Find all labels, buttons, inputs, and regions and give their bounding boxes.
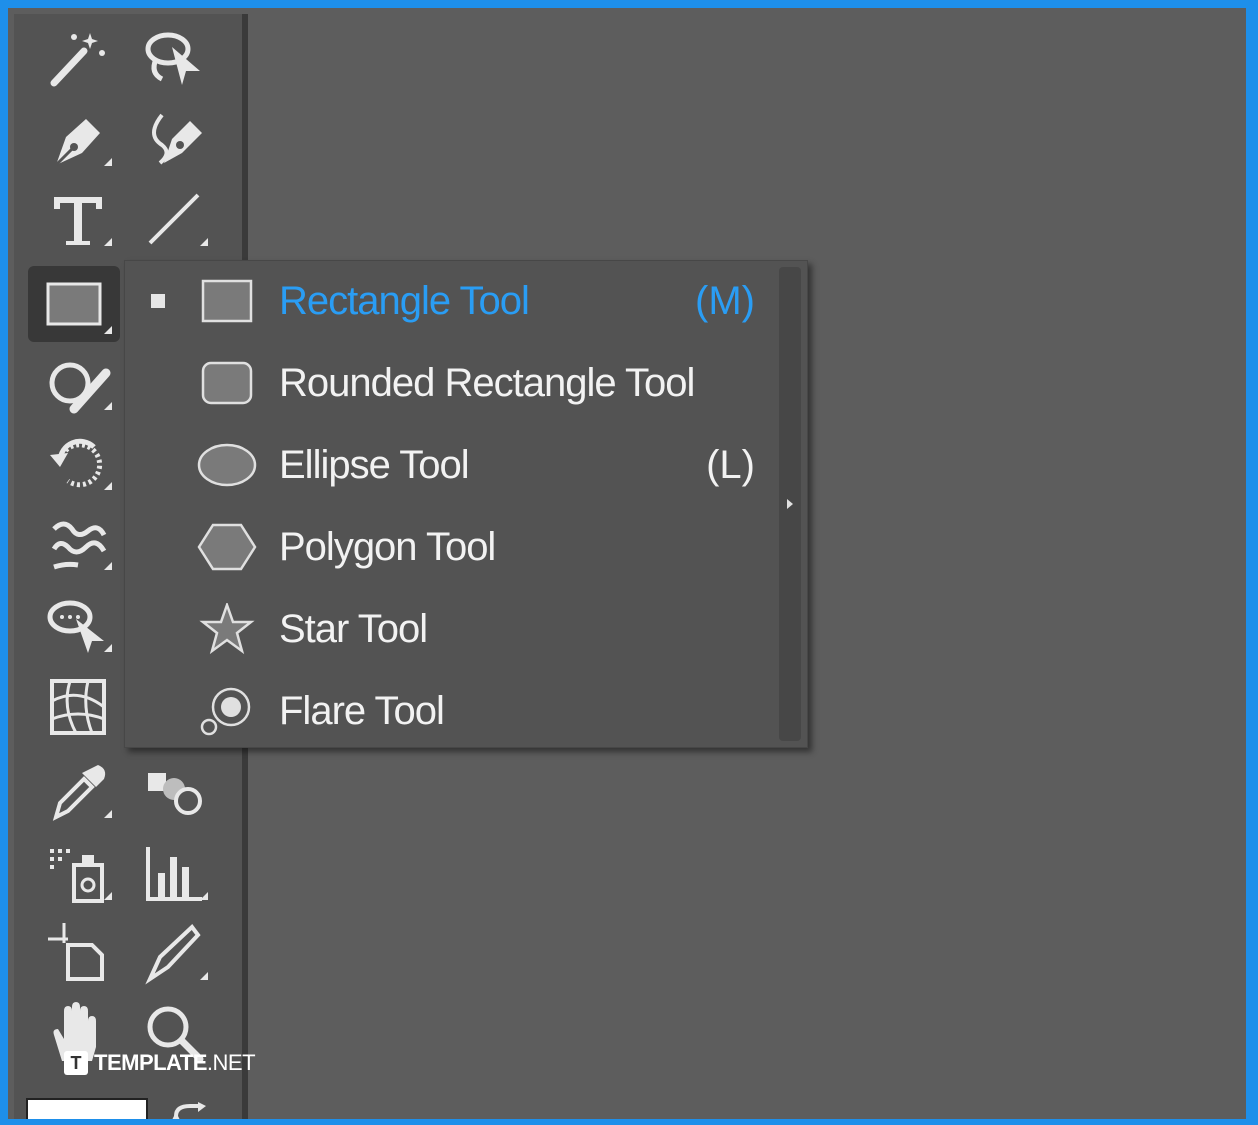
artboard-icon [48, 923, 104, 981]
line-segment-tool[interactable] [132, 184, 216, 254]
column-graph-icon [146, 847, 202, 901]
submenu-triangle-icon [104, 644, 112, 652]
submenu-triangle-icon [104, 238, 112, 246]
submenu-triangle-icon [104, 810, 112, 818]
pen-icon [54, 119, 100, 167]
symbol-sprayer-tool[interactable] [36, 838, 120, 908]
shaper-icon [49, 362, 111, 414]
column-graph-tool[interactable] [132, 838, 216, 908]
rounded-rectangle-icon [197, 357, 257, 409]
submenu-triangle-icon [200, 892, 208, 900]
ellipse-icon [197, 439, 257, 491]
mesh-tool[interactable] [36, 672, 120, 742]
artboard-tool[interactable] [36, 918, 120, 988]
free-transform-tool[interactable] [36, 590, 120, 660]
selected-indicator [151, 294, 165, 308]
watermark: T TEMPLATE.NET [64, 1048, 256, 1078]
submenu-triangle-icon [104, 892, 112, 900]
watermark-logo: T [64, 1051, 88, 1075]
flyout-item-label: Star Tool [279, 606, 428, 651]
free-transform-icon [47, 600, 104, 653]
chevron-right-icon [787, 499, 793, 509]
rectangle-tool[interactable] [28, 266, 120, 342]
flyout-item-label: Rectangle Tool [279, 278, 530, 323]
eyedropper-icon [52, 765, 106, 821]
star-icon [197, 603, 257, 655]
flyout-item-flare-tool[interactable]: Flare Tool [125, 671, 765, 751]
flyout-item-ellipse-tool[interactable]: Ellipse Tool (L) [125, 425, 765, 505]
submenu-triangle-icon [104, 562, 112, 570]
flyout-item-star-tool[interactable]: Star Tool [125, 589, 765, 669]
shape-tools-flyout: Rectangle Tool (M) Rounded Rectangle Too… [124, 260, 808, 748]
blend-icon [148, 773, 202, 815]
rotate-tool[interactable] [36, 428, 120, 498]
rectangle-icon [197, 275, 257, 327]
flyout-item-shortcut: (M) [695, 278, 755, 323]
submenu-triangle-icon [104, 158, 112, 166]
flyout-item-shortcut: (L) [706, 442, 755, 487]
fill-color-swatch[interactable] [26, 1098, 148, 1119]
slice-icon [145, 924, 201, 985]
submenu-triangle-icon [104, 402, 112, 410]
flyout-item-polygon-tool[interactable]: Polygon Tool [125, 507, 765, 587]
blend-tool[interactable] [132, 756, 216, 826]
lasso-icon [145, 32, 200, 85]
lasso-tool[interactable] [132, 24, 216, 94]
submenu-triangle-icon [104, 482, 112, 490]
flyout-item-rounded-rectangle-tool[interactable]: Rounded Rectangle Tool [125, 343, 765, 423]
flyout-item-label: Rounded Rectangle Tool [279, 360, 695, 405]
warp-icon [51, 521, 107, 570]
curvature-icon [152, 113, 202, 165]
swap-colors-icon[interactable] [172, 1102, 212, 1119]
flyout-item-label: Ellipse Tool [279, 442, 470, 487]
mesh-icon [50, 679, 106, 735]
slice-tool[interactable] [132, 918, 216, 988]
magic-wand-icon [50, 33, 105, 87]
curvature-tool[interactable] [132, 104, 216, 174]
flyout-tearoff-bar[interactable] [779, 267, 801, 741]
line-segment-icon [148, 193, 200, 245]
flare-icon [197, 685, 257, 737]
shaper-tool[interactable] [36, 348, 120, 418]
submenu-triangle-icon [200, 972, 208, 980]
pen-tool[interactable] [36, 104, 120, 174]
watermark-text: TEMPLATE.NET [94, 1050, 256, 1075]
flyout-item-label: Polygon Tool [279, 524, 496, 569]
submenu-triangle-icon [104, 326, 112, 334]
app-window: Rectangle Tool (M) Rounded Rectangle Too… [8, 8, 1246, 1119]
magic-wand-tool[interactable] [36, 24, 120, 94]
type-icon [54, 197, 102, 245]
submenu-triangle-icon [200, 238, 208, 246]
flyout-item-rectangle-tool[interactable]: Rectangle Tool (M) [125, 261, 765, 341]
polygon-icon [197, 521, 257, 573]
rotate-icon [50, 438, 103, 488]
flyout-item-label: Flare Tool [279, 688, 445, 733]
rectangle-icon [46, 282, 102, 326]
eyedropper-tool[interactable] [36, 756, 120, 826]
type-tool[interactable] [36, 184, 120, 254]
warp-tool[interactable] [36, 508, 120, 578]
symbol-sprayer-icon [50, 849, 104, 903]
